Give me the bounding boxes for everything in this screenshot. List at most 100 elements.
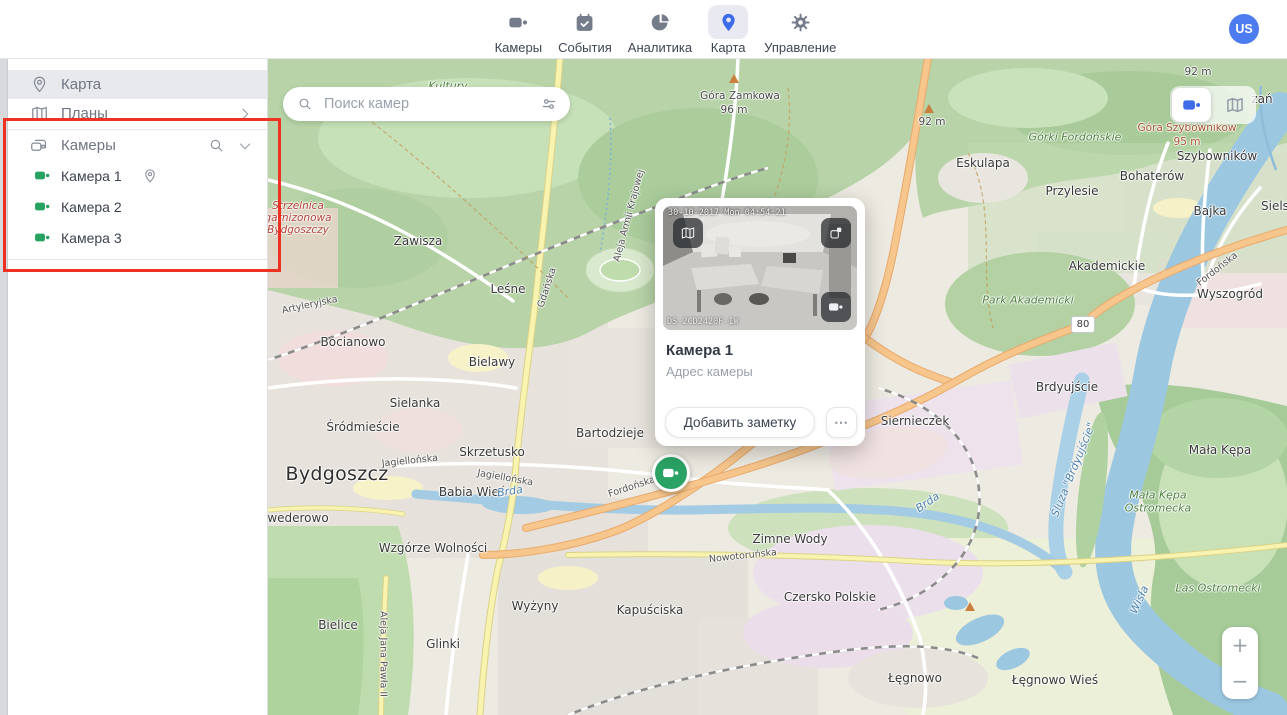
- gear-icon: [780, 5, 820, 39]
- map-label: Brda: [496, 484, 523, 500]
- more-options-button[interactable]: ⋯: [826, 407, 857, 438]
- map-label: Siernieczek: [881, 415, 950, 429]
- calendar-events-icon: [565, 5, 605, 39]
- map-label: Wyszogród: [1197, 288, 1263, 302]
- map-label: Bohaterów: [1120, 170, 1184, 184]
- video-camera-icon: [828, 299, 844, 315]
- map-label: Las Ostromecki: [1175, 583, 1260, 596]
- map-label: wederowo: [268, 512, 329, 526]
- map-label: Mała Kępa: [1189, 444, 1252, 458]
- chevron-right-icon[interactable]: [237, 106, 253, 122]
- nav-map[interactable]: Карта: [708, 0, 748, 55]
- nav-management[interactable]: Управление: [764, 0, 836, 55]
- camera-popup-card: 30-10-2017 Mon 04:54:21 DS-2CD2420F-IW К…: [655, 198, 865, 446]
- nav-cameras-label: Камеры: [495, 40, 543, 55]
- map-label: Nowotoruńska: [709, 548, 778, 566]
- search-icon[interactable]: [208, 137, 225, 154]
- zoom-in-button[interactable]: +: [1222, 627, 1258, 663]
- map-label: Bielice: [318, 619, 358, 633]
- map-label: Babia Wieś: [439, 486, 505, 500]
- map-label: Leśne: [490, 283, 525, 297]
- camera-type-button[interactable]: [821, 292, 851, 322]
- zoom-out-button[interactable]: −: [1222, 663, 1258, 699]
- map-label: Aleja Armii Krajowej: [612, 169, 647, 264]
- camera-name: Камера 1: [61, 168, 122, 184]
- map-label: Fordońska: [607, 475, 657, 500]
- map-label: Bajka: [1193, 205, 1226, 219]
- nav-map-label: Карта: [711, 40, 746, 55]
- map-label: Śluza "Brdyujście": [1049, 421, 1098, 519]
- video-camera-icon: [1182, 95, 1202, 115]
- map-label: Bocianowo: [321, 336, 386, 350]
- folded-map-icon: [680, 225, 696, 241]
- map-label: Przylesie: [1045, 185, 1098, 199]
- camera-map-marker[interactable]: [652, 454, 690, 492]
- sidebar-divider: [0, 259, 267, 260]
- nav-analytics[interactable]: Аналитика: [628, 0, 692, 55]
- sidebar: Карта Планы Камеры Камера 1 Камера 2: [0, 58, 268, 715]
- map-label: Góra Zamkowa: [700, 90, 780, 102]
- map-label: Eskulapa: [956, 157, 1010, 171]
- map-label: Jagiellońska: [381, 454, 438, 471]
- camera-name: Камера 2: [61, 199, 122, 215]
- camera-thumbnail[interactable]: 30-10-2017 Mon 04:54:21 DS-2CD2420F-IW: [663, 206, 857, 330]
- sidebar-group-cameras-label: Камеры: [61, 137, 116, 154]
- sidebar-item-plans[interactable]: Планы: [0, 99, 267, 128]
- camera-list-item-3[interactable]: Камера 3: [0, 222, 267, 253]
- camera-layer-button[interactable]: [1172, 88, 1211, 122]
- open-in-new-button[interactable]: [821, 218, 851, 248]
- nav-events-label: События: [558, 40, 612, 55]
- map-label: Artyleryjska: [281, 295, 339, 317]
- search-input[interactable]: [322, 95, 540, 113]
- open-on-plan-button[interactable]: [673, 218, 703, 248]
- map-label: 92 m: [1185, 66, 1212, 78]
- pin-on-map-icon[interactable]: [142, 168, 158, 184]
- map-label: Sielska: [1261, 200, 1287, 214]
- map-label: Szybowników: [1177, 150, 1257, 164]
- camera-search-bar: [283, 87, 570, 121]
- thumbnail-timestamp: 30-10-2017 Mon 04:54:21: [668, 208, 786, 218]
- road-number-badge: 80: [1071, 316, 1095, 333]
- map-label: Wzgórze Wolności: [379, 542, 488, 556]
- user-avatar[interactable]: US: [1229, 14, 1259, 44]
- map-label: Śródmieście: [326, 421, 399, 435]
- map-layer-button[interactable]: [1215, 88, 1254, 122]
- nav-management-label: Управление: [764, 40, 836, 55]
- sidebar-item-map-label: Карта: [61, 76, 101, 93]
- map-label: Łęgnowo Wieś: [1012, 674, 1098, 688]
- camera-icon: [34, 167, 51, 184]
- camera-list-item-2[interactable]: Камера 2: [0, 191, 267, 222]
- thumbnail-watermark: DS-2CD2420F-IW: [667, 317, 739, 327]
- collapsed-rail: [0, 58, 8, 715]
- map-label: 92 m: [919, 116, 946, 128]
- nav-cameras[interactable]: Камеры: [495, 0, 543, 55]
- map-label: Górki Fordońskie: [1029, 132, 1122, 145]
- map-label: Aleja Jana Pawła II: [377, 611, 388, 697]
- map-label: Czersko Polskie: [784, 591, 876, 605]
- map-label: Skrzetusko: [459, 446, 525, 460]
- sidebar-group-cameras[interactable]: Камеры: [0, 131, 267, 160]
- map-label: Strzelnica garnizonowa Bydgoszczy: [268, 200, 332, 236]
- sidebar-item-map[interactable]: Карта: [0, 70, 267, 99]
- map-label: Wisła: [1128, 584, 1152, 616]
- chevron-down-icon[interactable]: [237, 138, 253, 154]
- map-label: Jagiellońska: [476, 469, 533, 490]
- camera-group-icon: [30, 136, 49, 155]
- filter-icon[interactable]: [540, 95, 558, 113]
- map-label: Glinki: [426, 638, 460, 652]
- camera-icon: [34, 198, 51, 215]
- map-label: 95 m: [1174, 136, 1201, 148]
- map-canvas[interactable]: KulturyGóra Zamkowa96 m92 m92 mGóra Szyb…: [268, 58, 1287, 715]
- camera-list-item-1[interactable]: Камера 1: [0, 160, 267, 191]
- zoom-control: + −: [1222, 627, 1258, 699]
- map-label: Wyżyny: [512, 600, 559, 614]
- map-label: Akademickie: [1069, 260, 1146, 274]
- sidebar-divider: [0, 129, 267, 130]
- add-note-button[interactable]: Добавить заметку: [665, 407, 815, 438]
- pop-out-icon: [828, 225, 844, 241]
- map-label: Mała Kępa Ostromecka: [1125, 489, 1192, 514]
- map-layer-toggle: [1170, 86, 1256, 124]
- map-label: Gdańska: [536, 267, 559, 310]
- nav-events[interactable]: События: [558, 0, 612, 55]
- map-label: Park Akademicki: [982, 295, 1073, 308]
